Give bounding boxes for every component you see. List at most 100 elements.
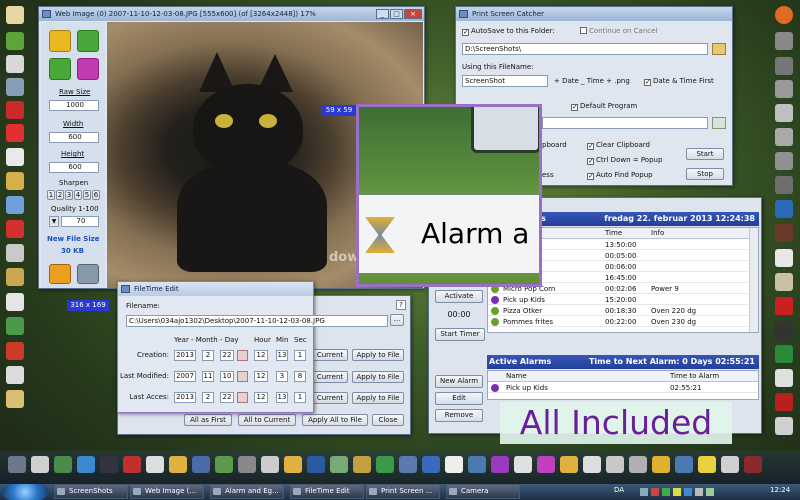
- sidebar-icon-2[interactable]: [6, 32, 24, 50]
- all-to-current-button[interactable]: All to Current: [238, 414, 296, 426]
- print-screen-titlebar[interactable]: Print Screen Catcher: [456, 7, 732, 21]
- dock-app-icon[interactable]: [652, 456, 670, 473]
- task-button[interactable]: FileTime Edit: [290, 484, 364, 499]
- creation-minute-input[interactable]: 13: [276, 350, 288, 361]
- sidebar-icon-5[interactable]: [6, 101, 24, 119]
- task-button[interactable]: Alarm and Eg...: [210, 484, 284, 499]
- right-sidebar-icon-2[interactable]: [775, 32, 793, 50]
- close-button[interactable]: ×: [404, 9, 422, 19]
- dock-app-icon[interactable]: [399, 456, 417, 473]
- access-year-input[interactable]: 2013: [174, 392, 196, 403]
- sidebar-icon-1[interactable]: [6, 6, 24, 24]
- dock-app-icon[interactable]: [100, 456, 118, 473]
- dock-app-icon[interactable]: [31, 456, 49, 473]
- stop-button[interactable]: Stop: [686, 168, 724, 180]
- filetime-help-button[interactable]: ?: [396, 300, 406, 310]
- sharpen-level-3[interactable]: 3: [65, 190, 73, 200]
- filetime-titlebar[interactable]: FileTime Edit: [118, 282, 313, 296]
- undo-button[interactable]: [49, 58, 71, 80]
- ctrl-down-popup-checkbox[interactable]: ✓ Ctrl Down = Popup: [587, 156, 662, 165]
- access-apply-button[interactable]: Apply to File: [352, 392, 404, 404]
- dock-app-icon[interactable]: [422, 456, 440, 473]
- right-sidebar-icon-16[interactable]: [775, 369, 793, 387]
- modified-day-input[interactable]: 10: [220, 371, 234, 382]
- dock-app-icon[interactable]: [146, 456, 164, 473]
- right-sidebar-icon-4[interactable]: [775, 80, 793, 98]
- clear-clipboard-checkbox[interactable]: ✓ Clear Clipboard: [587, 141, 650, 150]
- modified-current-button[interactable]: Current: [312, 371, 348, 383]
- activate-button[interactable]: Activate: [435, 290, 483, 303]
- access-month-input[interactable]: 2: [202, 392, 214, 403]
- task-button[interactable]: Web Image (...: [130, 484, 204, 499]
- sidebar-icon-14[interactable]: [6, 317, 24, 335]
- sidebar-icon-10[interactable]: [6, 220, 24, 238]
- sidebar-icon-13[interactable]: [6, 293, 24, 311]
- filetime-browse-button[interactable]: ...: [390, 314, 404, 326]
- sidebar-icon-6[interactable]: [6, 124, 24, 142]
- web-image-titlebar[interactable]: Web Image (0) 2007-11-10-12-03-08.JPG [5…: [39, 7, 424, 21]
- close-dialog-button[interactable]: Close: [372, 414, 404, 426]
- maximize-button[interactable]: □: [390, 9, 403, 19]
- right-sidebar-icon-9[interactable]: [775, 200, 793, 218]
- modified-hour-input[interactable]: 12: [254, 371, 268, 382]
- dock-app-icon[interactable]: [491, 456, 509, 473]
- width-input[interactable]: 600: [49, 132, 99, 143]
- sidebar-icon-11[interactable]: [6, 244, 24, 262]
- sharpen-level-2[interactable]: 2: [56, 190, 64, 200]
- sidebar-icon-9[interactable]: [6, 196, 24, 214]
- tray-icon-5[interactable]: [684, 488, 692, 496]
- new-alarm-button[interactable]: New Alarm: [435, 375, 483, 388]
- modified-year-input[interactable]: 2007: [174, 371, 196, 382]
- dock-app-icon[interactable]: [8, 456, 26, 473]
- dock-app-icon[interactable]: [560, 456, 578, 473]
- right-sidebar-icon-11[interactable]: [775, 249, 793, 267]
- right-sidebar-icon-6[interactable]: [775, 128, 793, 146]
- task-button[interactable]: Print Screen ...: [366, 484, 440, 499]
- sidebar-icon-3[interactable]: [6, 55, 24, 73]
- sharpen-level-4[interactable]: 4: [74, 190, 82, 200]
- sidebar-icon-7[interactable]: [6, 148, 24, 166]
- quality-input[interactable]: 70: [61, 216, 99, 227]
- task-button[interactable]: ScreenShots: [54, 484, 128, 499]
- modified-calendar-icon[interactable]: [237, 371, 248, 382]
- start-timer-button[interactable]: Start Timer: [435, 328, 485, 341]
- alarm-row[interactable]: Pizza Otker 00:18:30 Oven 220 dg: [488, 306, 748, 316]
- tray-icon-4[interactable]: [673, 488, 681, 496]
- sidebar-icon-8[interactable]: [6, 172, 24, 190]
- right-sidebar-icon-5[interactable]: [775, 104, 793, 122]
- access-calendar-icon[interactable]: [237, 392, 248, 403]
- alarm-list-scrollbar[interactable]: [749, 228, 758, 332]
- alarm-row[interactable]: Pick up Kids 15:20:00: [488, 295, 748, 305]
- modified-minute-input[interactable]: 3: [276, 371, 288, 382]
- raw-size-input[interactable]: 1000: [49, 100, 99, 111]
- firefox-icon[interactable]: [775, 6, 793, 24]
- dock-app-icon[interactable]: [537, 456, 555, 473]
- dock-app-icon[interactable]: [721, 456, 739, 473]
- edit-button[interactable]: Edit: [435, 392, 483, 405]
- dock-app-icon[interactable]: [353, 456, 371, 473]
- access-minute-input[interactable]: 13: [276, 392, 288, 403]
- modified-month-input[interactable]: 11: [202, 371, 214, 382]
- save-button[interactable]: [77, 264, 99, 284]
- dock-app-icon[interactable]: [445, 456, 463, 473]
- all-as-first-button[interactable]: All as First: [184, 414, 232, 426]
- right-sidebar-icon-14[interactable]: [775, 321, 793, 339]
- creation-year-input[interactable]: 2013: [174, 350, 196, 361]
- taskbar-clock[interactable]: 12:24: [770, 486, 790, 494]
- dock-app-icon[interactable]: [307, 456, 325, 473]
- access-hour-input[interactable]: 12: [254, 392, 268, 403]
- right-sidebar-icon-8[interactable]: [775, 176, 793, 194]
- filename-input[interactable]: ScreenShot: [462, 75, 548, 87]
- dock-app-icon[interactable]: [629, 456, 647, 473]
- folder-path-input[interactable]: D:\ScreenShots\: [462, 43, 708, 55]
- dock-app-icon[interactable]: [54, 456, 72, 473]
- tray-icon-2[interactable]: [651, 488, 659, 496]
- height-input[interactable]: 600: [49, 162, 99, 173]
- modified-second-input[interactable]: 8: [294, 371, 306, 382]
- apply-all-to-file-button[interactable]: Apply All to File: [302, 414, 368, 426]
- dock-app-icon[interactable]: [376, 456, 394, 473]
- dock-app-icon[interactable]: [77, 456, 95, 473]
- creation-second-input[interactable]: 1: [294, 350, 306, 361]
- modified-apply-button[interactable]: Apply to File: [352, 371, 404, 383]
- dock-app-icon[interactable]: [698, 456, 716, 473]
